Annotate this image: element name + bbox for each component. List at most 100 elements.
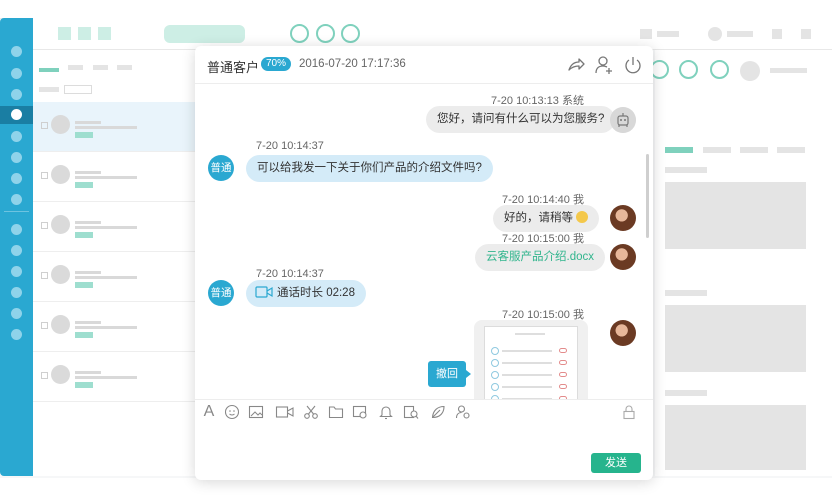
info-block — [665, 182, 806, 249]
chat-window: 普通客户 70% 2016-07-20 17:17:36 7-20 10:13:… — [195, 46, 653, 480]
list-tab[interactable] — [93, 65, 108, 70]
status-circle[interactable] — [316, 24, 335, 43]
info-tab[interactable] — [777, 147, 805, 153]
list-item[interactable] — [33, 152, 197, 202]
robot-icon — [610, 107, 636, 133]
send-button[interactable]: 发送 — [591, 453, 641, 473]
recall-button[interactable]: 撤回 — [428, 361, 471, 387]
customer-info-pane — [650, 50, 832, 476]
satisfaction-badge: 70% — [261, 57, 292, 71]
message-bubble: 您好，请问有什么可以为您服务? — [426, 106, 616, 133]
info-tab[interactable] — [703, 147, 731, 153]
nav-icon[interactable] — [11, 329, 22, 340]
status-circle[interactable] — [341, 24, 360, 43]
emoji-icon — [576, 211, 588, 223]
list-item[interactable] — [33, 102, 197, 152]
left-nav-rail — [0, 18, 33, 476]
list-item[interactable] — [33, 352, 197, 402]
lock-icon[interactable] — [621, 404, 637, 420]
image-message[interactable] — [474, 320, 588, 399]
status-circle[interactable] — [710, 60, 729, 79]
screenshot-icon[interactable] — [352, 404, 368, 420]
customer-tag: 普通 — [208, 155, 234, 181]
scissors-icon[interactable] — [303, 404, 319, 420]
nav-icon[interactable] — [11, 68, 22, 79]
document-thumbnail — [484, 326, 578, 399]
status-circle[interactable] — [679, 60, 698, 79]
chat-datetime: 2016-07-20 17:17:36 — [299, 58, 406, 70]
list-tab[interactable] — [117, 65, 132, 70]
chat-header: 普通客户 70% 2016-07-20 17:17:36 — [195, 46, 653, 84]
folder-icon[interactable] — [328, 404, 344, 420]
status-circle[interactable] — [290, 24, 309, 43]
avatar[interactable] — [708, 27, 722, 41]
list-tab[interactable] — [68, 65, 83, 70]
message-bubble: 可以给我发一下关于你们产品的介绍文件吗? — [246, 155, 493, 182]
user-settings-icon[interactable] — [455, 404, 471, 420]
toolbar-icon[interactable] — [772, 29, 782, 39]
nav-icon[interactable] — [11, 308, 22, 319]
customer-tag: 普通 — [208, 280, 234, 306]
message-meta: 7-20 10:14:37 — [256, 268, 324, 280]
nav-icon[interactable] — [11, 224, 22, 235]
nav-icon[interactable] — [11, 46, 22, 57]
toolbar-icon[interactable] — [801, 29, 811, 39]
emoji-icon[interactable] — [224, 404, 240, 420]
nav-item-active[interactable] — [0, 106, 33, 124]
list-item[interactable] — [33, 302, 197, 352]
nav-icon[interactable] — [11, 173, 22, 184]
font-icon[interactable]: A — [201, 404, 217, 420]
nav-icon[interactable] — [11, 131, 22, 142]
toolbar-icon[interactable] — [640, 29, 652, 39]
list-item[interactable] — [33, 252, 197, 302]
nav-icon[interactable] — [11, 287, 22, 298]
book-icon[interactable] — [403, 404, 419, 420]
info-label — [665, 390, 707, 396]
message-list: 7-20 10:13:13 系统 您好，请问有什么可以为您服务? 7-20 10… — [195, 84, 653, 399]
agent-avatar — [610, 244, 636, 270]
conversation-list — [33, 50, 197, 476]
nav-icon[interactable] — [11, 245, 22, 256]
image-icon[interactable] — [248, 404, 264, 420]
scrollbar[interactable] — [646, 154, 649, 238]
power-icon[interactable] — [623, 55, 643, 75]
composer-toolbar: A — [195, 399, 653, 425]
info-tab[interactable] — [665, 147, 693, 153]
app-screen: 普通客户 70% 2016-07-20 17:17:36 7-20 10:13:… — [0, 0, 832, 500]
nav-icon[interactable] — [11, 89, 22, 100]
nav-icon[interactable] — [11, 152, 22, 163]
search-box[interactable] — [164, 25, 245, 43]
leaf-icon[interactable] — [430, 404, 446, 420]
info-block — [665, 305, 806, 372]
info-label — [665, 290, 707, 296]
toolbar-icon[interactable] — [98, 27, 111, 40]
agent-avatar — [610, 205, 636, 231]
message-meta: 7-20 10:14:37 — [256, 140, 324, 152]
filter-select[interactable] — [64, 85, 92, 94]
filter-label — [39, 87, 59, 92]
nav-icon[interactable] — [11, 194, 22, 205]
message-bubble: 好的，请稍等 — [493, 205, 599, 232]
info-label — [770, 68, 807, 73]
bell-icon[interactable] — [378, 404, 394, 420]
add-user-icon[interactable] — [594, 55, 614, 75]
toolbar-label — [657, 31, 679, 37]
share-icon[interactable] — [566, 55, 586, 75]
video-call-icon — [255, 286, 273, 298]
info-label — [665, 167, 707, 173]
avatar[interactable] — [740, 61, 760, 81]
call-record-bubble: 通话时长 02:28 — [246, 280, 366, 307]
agent-avatar — [610, 320, 636, 346]
customer-name: 普通客户 — [207, 60, 260, 75]
toolbar-label — [727, 31, 753, 37]
toolbar-icon[interactable] — [78, 27, 91, 40]
video-icon[interactable] — [275, 404, 295, 420]
list-tab[interactable] — [39, 68, 59, 72]
file-attachment-link[interactable]: 云客服产品介绍.docx — [475, 244, 605, 271]
toolbar-icon[interactable] — [58, 27, 71, 40]
info-tab[interactable] — [740, 147, 768, 153]
divider — [4, 211, 29, 212]
info-block — [665, 405, 806, 470]
list-item[interactable] — [33, 202, 197, 252]
nav-icon[interactable] — [11, 266, 22, 277]
